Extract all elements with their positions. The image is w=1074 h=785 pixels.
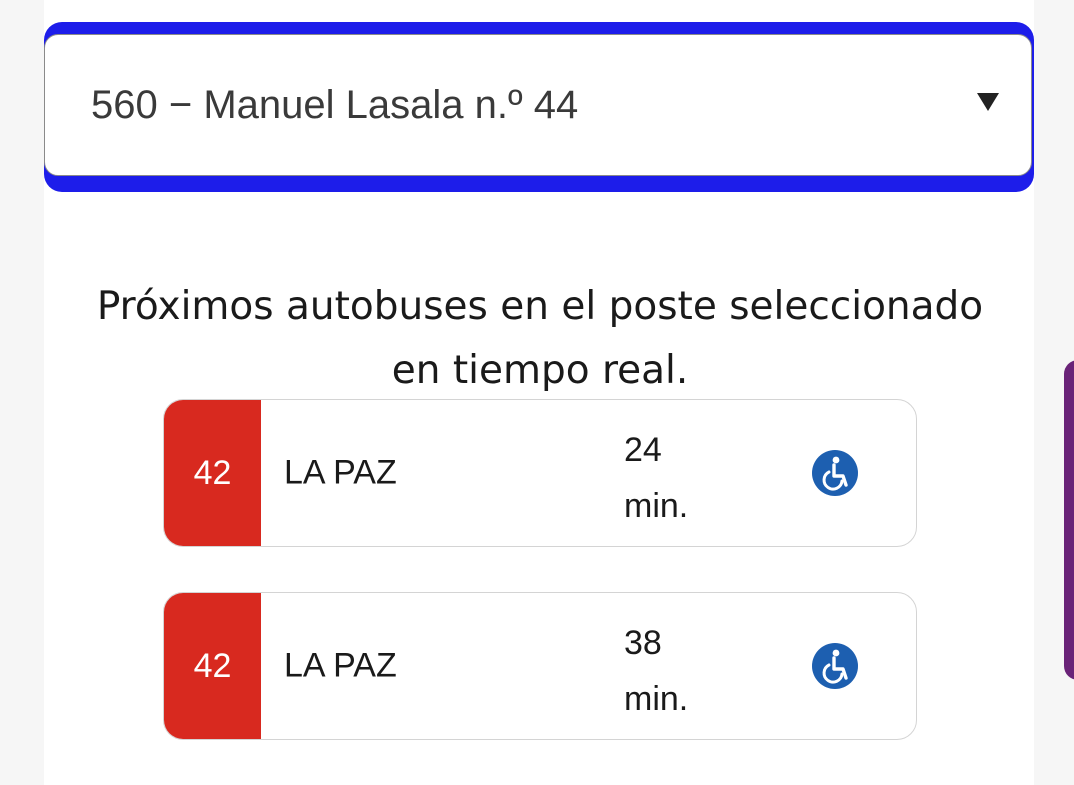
triangle-down-icon[interactable] xyxy=(977,93,999,111)
side-panel-tab[interactable] xyxy=(1064,360,1074,680)
wheelchair-icon xyxy=(812,643,858,689)
arrival-time: 38 min. xyxy=(624,615,688,727)
line-number-badge: 42 xyxy=(164,593,261,739)
bus-destination: LA PAZ xyxy=(284,646,397,685)
stop-select-value: 560 − Manuel Lasala n.º 44 xyxy=(91,83,579,127)
stop-selector[interactable]: 560 − Manuel Lasala n.º 44 xyxy=(44,22,1034,192)
arrival-unit: min. xyxy=(624,487,689,525)
wheelchair-icon xyxy=(812,450,858,496)
heading-line-1: Próximos autobuses en el poste seleccion… xyxy=(96,284,984,329)
bus-destination: LA PAZ xyxy=(284,453,397,492)
stop-select-dropdown[interactable]: 560 − Manuel Lasala n.º 44 xyxy=(44,34,1032,176)
page-heading: Próximos autobuses en el poste seleccion… xyxy=(50,275,1030,403)
arrival-unit: min. xyxy=(624,680,689,718)
line-number-badge: 42 xyxy=(164,400,261,546)
bus-arrival-row: 42 LA PAZ 24 min. xyxy=(163,399,917,547)
arrival-time: 24 min. xyxy=(624,422,688,534)
arrival-minutes: 24 xyxy=(624,431,662,469)
arrival-minutes: 38 xyxy=(624,624,662,662)
heading-line-2: en tiempo real. xyxy=(391,348,689,393)
bus-arrival-row: 42 LA PAZ 38 min. xyxy=(163,592,917,740)
